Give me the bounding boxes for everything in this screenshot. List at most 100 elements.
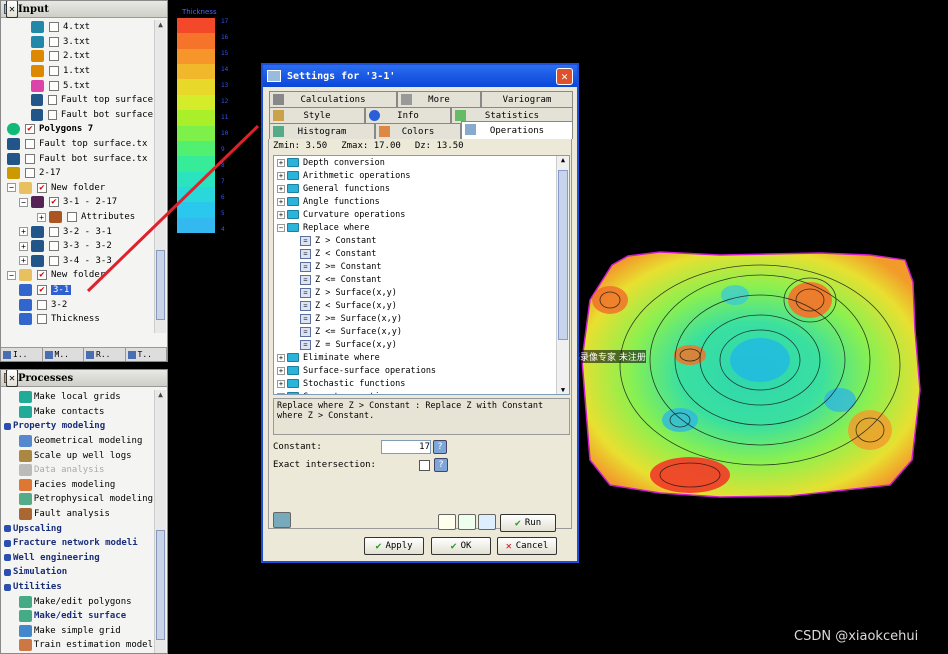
operation-tree-item[interactable]: = Z <= Surface(x,y) xyxy=(274,325,555,338)
process-item[interactable]: Property modeling xyxy=(1,419,153,434)
tab-colors[interactable]: Colors xyxy=(375,123,461,139)
operation-tree-item[interactable]: + Angle functions xyxy=(274,195,555,208)
tree-scrollbar[interactable]: ▲ ▼ xyxy=(556,156,569,394)
input-tree-item[interactable]: ✔ 3-1 xyxy=(1,283,153,298)
scroll-up-arrow[interactable]: ▲ xyxy=(155,20,166,32)
visibility-checkbox[interactable] xyxy=(49,51,59,62)
visibility-checkbox[interactable]: ✔ xyxy=(49,197,59,208)
expand-toggle[interactable]: + xyxy=(277,158,285,167)
visibility-checkbox[interactable] xyxy=(25,139,35,150)
expand-toggle[interactable]: + xyxy=(277,366,285,375)
process-item[interactable]: Make local grids xyxy=(1,390,153,405)
tab-histogram[interactable]: Histogram xyxy=(269,123,375,139)
help-icon[interactable]: ? xyxy=(433,440,447,454)
operation-tree-item[interactable]: = Z >= Surface(x,y) xyxy=(274,312,555,325)
input-tree-item[interactable]: 1.txt xyxy=(1,64,153,79)
help-icon[interactable]: ? xyxy=(434,458,448,472)
input-tree-item[interactable]: +3-4 - 3-3 xyxy=(1,254,153,269)
process-item[interactable]: Make contacts xyxy=(1,405,153,420)
pane-close-button[interactable]: ✕ xyxy=(6,1,18,18)
input-tree-item[interactable]: Fault top surface.tx xyxy=(1,137,153,152)
expand-toggle[interactable]: + xyxy=(277,379,285,388)
input-tree-item[interactable]: − ✔ New folder xyxy=(1,181,153,196)
visibility-checkbox[interactable]: ✔ xyxy=(37,270,47,281)
operation-tree-item[interactable]: + Curvature operations xyxy=(274,208,555,221)
scroll-up-arrow[interactable]: ▲ xyxy=(155,390,166,402)
visibility-checkbox[interactable] xyxy=(49,36,59,47)
input-tree-item[interactable]: − ✔ 3-1 - 2-17 xyxy=(1,195,153,210)
visibility-checkbox[interactable]: ✔ xyxy=(25,124,35,135)
operation-tree-item[interactable]: = Z > Constant xyxy=(274,234,555,247)
visibility-checkbox[interactable] xyxy=(37,299,47,310)
note-icon[interactable] xyxy=(438,514,456,530)
process-item[interactable]: Make simple grid xyxy=(1,624,153,639)
input-tree-item[interactable]: Fault bot surface.tx xyxy=(1,151,153,166)
input-scrollbar[interactable]: ▲ xyxy=(154,20,166,333)
apply-button[interactable]: ✔ Apply xyxy=(364,537,424,555)
pane-close-button[interactable]: ✕ xyxy=(6,370,18,387)
process-item[interactable]: Make/edit surface xyxy=(1,609,153,624)
operation-tree-item[interactable]: = Z = Surface(x,y) xyxy=(274,338,555,351)
visibility-checkbox[interactable]: ✔ xyxy=(37,284,47,295)
process-item[interactable]: Simulation xyxy=(1,565,153,580)
input-tree-item[interactable]: − ✔ New folder xyxy=(1,268,153,283)
input-tree-item[interactable]: 3.txt xyxy=(1,35,153,50)
tab-calculations[interactable]: Calculations xyxy=(269,91,397,107)
constant-input[interactable] xyxy=(381,440,431,454)
process-item[interactable]: Fault analysis xyxy=(1,507,153,522)
visibility-checkbox[interactable] xyxy=(49,80,59,91)
pane-tab[interactable]: T.. xyxy=(126,348,167,361)
visibility-checkbox[interactable] xyxy=(49,66,59,77)
scroll-thumb[interactable] xyxy=(156,530,165,640)
collapse-toggle[interactable]: − xyxy=(7,270,16,280)
visibility-checkbox[interactable] xyxy=(47,109,57,120)
operation-tree-item[interactable]: + Arithmetic operations xyxy=(274,169,555,182)
process-item[interactable]: Facies modeling xyxy=(1,478,153,493)
export-icon[interactable] xyxy=(273,512,291,528)
operation-tree-item[interactable]: = Z <= Constant xyxy=(274,273,555,286)
visibility-checkbox[interactable] xyxy=(47,95,57,106)
scroll-up-arrow[interactable]: ▲ xyxy=(557,156,569,164)
process-item[interactable]: Geometrical modeling xyxy=(1,434,153,449)
operation-tree-item[interactable]: + Stochastic functions xyxy=(274,377,555,390)
dialog-titlebar[interactable]: Settings for '3-1' ✕ xyxy=(263,65,577,87)
expand-toggle[interactable]: + xyxy=(277,392,285,394)
thickness-map[interactable] xyxy=(581,251,921,498)
expand-toggle[interactable]: + xyxy=(37,212,46,222)
expand-toggle[interactable]: + xyxy=(277,184,285,193)
operation-tree-item[interactable]: = Z >= Constant xyxy=(274,260,555,273)
operation-tree-item[interactable]: − Replace where xyxy=(274,221,555,234)
exact-intersection-checkbox[interactable] xyxy=(419,459,430,471)
process-item[interactable]: Fracture network modeli xyxy=(1,536,153,551)
operation-tree-item[interactable]: + Eliminate where xyxy=(274,351,555,364)
input-tree-item[interactable]: +3-3 - 3-2 xyxy=(1,239,153,254)
visibility-checkbox[interactable] xyxy=(37,314,47,325)
expand-toggle[interactable]: + xyxy=(277,197,285,206)
operation-tree-item[interactable]: + General functions xyxy=(274,182,555,195)
pane-tab[interactable]: R.. xyxy=(84,348,126,361)
pane-tab[interactable]: M.. xyxy=(43,348,84,361)
process-item[interactable]: Make/edit polygons xyxy=(1,594,153,609)
visibility-checkbox[interactable] xyxy=(25,168,35,179)
tab-variogram[interactable]: Variogram xyxy=(481,91,573,107)
input-tree-item[interactable]: Thickness xyxy=(1,312,153,327)
operation-tree-item[interactable]: = Z < Surface(x,y) xyxy=(274,299,555,312)
collapse-toggle[interactable]: − xyxy=(19,197,28,207)
process-item[interactable]: Upscaling xyxy=(1,521,153,536)
visibility-checkbox[interactable] xyxy=(49,226,59,237)
input-tree-item[interactable]: 5.txt xyxy=(1,78,153,93)
operation-tree-item[interactable]: + Depth conversion xyxy=(274,156,555,169)
expand-toggle[interactable]: + xyxy=(277,210,285,219)
edit-icon[interactable] xyxy=(458,514,476,530)
scroll-down-arrow[interactable]: ▼ xyxy=(557,386,569,394)
input-tree-item[interactable]: 2.txt xyxy=(1,49,153,64)
visibility-checkbox[interactable] xyxy=(49,255,59,266)
expand-toggle[interactable]: + xyxy=(277,353,285,362)
process-item[interactable]: Data analysis xyxy=(1,463,153,478)
expand-toggle[interactable]: + xyxy=(277,171,285,180)
operations-tree[interactable]: + Depth conversion + Arithmetic operations +… xyxy=(273,155,570,395)
operation-tree-item[interactable]: + Convert operations xyxy=(274,390,555,394)
process-item[interactable]: Train estimation model xyxy=(1,638,153,653)
tab-info[interactable]: Info xyxy=(365,107,451,123)
input-tree-item[interactable]: 3-2 xyxy=(1,297,153,312)
